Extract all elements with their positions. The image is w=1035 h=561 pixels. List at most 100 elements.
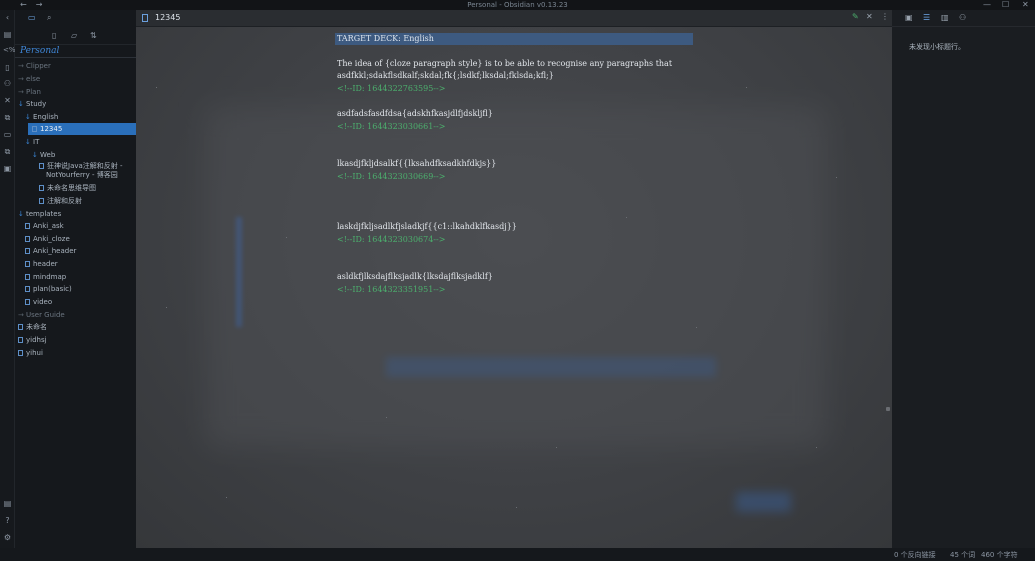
graph-tab-icon[interactable]: ⚇ bbox=[959, 13, 966, 22]
collapse-sidebar-icon[interactable]: ‹ bbox=[3, 13, 12, 22]
text-line[interactable]: asldkfjlksdajflksjadlk{lksdajflksjadklf} bbox=[337, 271, 493, 283]
tree-file[interactable]: mindmap bbox=[25, 271, 66, 283]
close-tab-icon[interactable]: ✕ bbox=[866, 12, 873, 21]
chevron-down-icon[interactable]: ↓ bbox=[18, 98, 26, 110]
tree-file[interactable]: Anki_cloze bbox=[25, 233, 70, 245]
tree-item-label: 未命名思维导图 bbox=[47, 184, 96, 192]
vault-name[interactable]: Personal bbox=[20, 46, 59, 56]
sort-icon[interactable]: ⇅ bbox=[90, 31, 97, 40]
status-bar: 0 个反向链接 45 个词 460 个字符 bbox=[0, 548, 1035, 561]
new-folder-icon[interactable]: ▱ bbox=[71, 31, 77, 40]
command-palette-icon[interactable]: ✕ bbox=[3, 96, 12, 105]
chevron-down-icon[interactable]: ↓ bbox=[25, 136, 33, 148]
text-line[interactable]: asdfkkl;sdakflsdkalf;skdal;fk{;lsdkf;lks… bbox=[337, 70, 554, 82]
settings-gear-icon[interactable]: ⚙ bbox=[3, 533, 12, 542]
window-title: Personal - Obsidian v0.13.23 bbox=[467, 1, 568, 9]
text-line[interactable]: lkasdjfkljdsalkf{{lksahdfksadkhfdkjs}} bbox=[337, 158, 496, 170]
minimize-button[interactable]: — bbox=[983, 0, 991, 9]
tree-folder[interactable]: → else bbox=[18, 73, 40, 85]
tree-item-label: Anki_cloze bbox=[33, 235, 70, 243]
divider bbox=[15, 57, 136, 58]
chevron-right-icon[interactable]: → bbox=[18, 73, 26, 85]
maximize-button[interactable]: ☐ bbox=[1002, 0, 1009, 9]
chevron-right-icon[interactable]: → bbox=[18, 86, 26, 98]
tree-item-label: 未命名 bbox=[26, 323, 47, 331]
tree-folder[interactable]: ↓ Study bbox=[18, 98, 46, 110]
help-icon[interactable]: ? bbox=[3, 516, 12, 525]
insert-template-icon[interactable]: <% bbox=[3, 46, 16, 55]
right-pane-tabs: ▣ ☰ ▥ ⚇ bbox=[892, 10, 1035, 27]
calendar-icon[interactable]: ▣ bbox=[3, 164, 12, 173]
scrollbar[interactable] bbox=[886, 407, 890, 411]
word-count: 45 个词 bbox=[950, 551, 976, 559]
tree-folder[interactable]: ↓ English bbox=[25, 111, 58, 123]
tree-item-label: yihui bbox=[26, 349, 43, 357]
tree-file[interactable]: Anki_ask bbox=[25, 220, 64, 232]
tree-file[interactable]: 注解和反射 bbox=[39, 195, 82, 207]
edit-mode-icon[interactable]: ✎ bbox=[852, 12, 859, 21]
tree-folder[interactable]: → User Guide bbox=[18, 309, 65, 321]
tree-item-label: English bbox=[33, 113, 59, 121]
tree-file[interactable]: plan(basic) bbox=[25, 283, 72, 295]
file-icon bbox=[39, 185, 44, 191]
note-content[interactable]: TARGET DECK: English The idea of {cloze … bbox=[136, 27, 892, 548]
id-comment[interactable]: <!--ID: 1644323030661--> bbox=[337, 121, 445, 133]
chevron-down-icon[interactable]: ↓ bbox=[18, 208, 26, 220]
canvas-icon[interactable]: ⧉ bbox=[3, 113, 12, 122]
editor-header: 12345 ✎ ✕ ⋮ bbox=[136, 10, 892, 27]
tree-folder[interactable]: ↓ IT bbox=[25, 136, 39, 148]
open-quick-switcher-icon[interactable]: ▤ bbox=[3, 30, 12, 39]
note-title[interactable]: 12345 bbox=[155, 13, 180, 22]
tree-folder[interactable]: ↓ templates bbox=[18, 208, 61, 220]
mindmap-icon[interactable]: ⧉ bbox=[3, 147, 12, 156]
tree-folder[interactable]: → Plan bbox=[18, 86, 41, 98]
file-explorer: ▭ ⌕ ▯ ▱ ⇅ Personal → Clipper → else → Plan ↓ St… bbox=[15, 10, 136, 548]
id-comment[interactable]: <!--ID: 1644323030669--> bbox=[337, 171, 445, 183]
tree-item-label: 12345 bbox=[40, 125, 63, 133]
backlinks-count[interactable]: 0 个反向链接 bbox=[894, 550, 936, 560]
tree-item-label: Anki_header bbox=[33, 247, 77, 255]
tree-item-label: Study bbox=[26, 100, 47, 108]
files-tab-icon[interactable]: ▭ bbox=[28, 13, 36, 22]
id-comment[interactable]: <!--ID: 1644323030674--> bbox=[337, 234, 445, 246]
tree-file[interactable]: 未命名 bbox=[18, 321, 47, 333]
tree-file[interactable]: video bbox=[25, 296, 52, 308]
tree-item-label: header bbox=[33, 260, 58, 268]
file-icon bbox=[18, 350, 23, 356]
backlinks-tab-icon[interactable]: ▣ bbox=[905, 13, 913, 22]
text-line[interactable]: laskdjfkljsadlkfjsladkjf{{c1::lkahdklfka… bbox=[337, 221, 517, 233]
chevron-down-icon[interactable]: ↓ bbox=[25, 111, 33, 123]
tree-item-label: Plan bbox=[26, 88, 41, 96]
title-bar: ←→ Personal - Obsidian v0.13.23 — ☐ ✕ bbox=[0, 0, 1035, 10]
tree-file[interactable]: yihui bbox=[18, 347, 43, 359]
vault-switcher-icon[interactable]: ▤ bbox=[3, 499, 12, 508]
new-note-icon[interactable]: ▯ bbox=[52, 31, 56, 40]
search-tab-icon[interactable]: ⌕ bbox=[47, 13, 51, 23]
slides-icon[interactable]: ▭ bbox=[3, 130, 12, 139]
tree-folder[interactable]: → Clipper bbox=[18, 60, 51, 72]
file-icon bbox=[25, 274, 30, 280]
target-deck-line[interactable]: TARGET DECK: English bbox=[335, 33, 693, 45]
close-window-button[interactable]: ✕ bbox=[1022, 0, 1029, 9]
tree-item-label: video bbox=[33, 298, 53, 306]
outline-tab-icon[interactable]: ☰ bbox=[923, 13, 930, 22]
id-comment[interactable]: <!--ID: 1644323351951--> bbox=[337, 284, 445, 296]
tree-item-label: 注解和反射 bbox=[47, 197, 82, 205]
id-comment[interactable]: <!--ID: 1644322763595--> bbox=[337, 83, 445, 95]
text-line[interactable]: asdfadsfasdfdsa{adskhfkasjdlfjdskljfl} bbox=[337, 108, 493, 120]
graph-view-icon[interactable]: ⚇ bbox=[3, 79, 12, 88]
file-icon bbox=[142, 14, 148, 22]
char-count: 460 个字符 bbox=[981, 551, 1018, 559]
tree-file[interactable]: Anki_header bbox=[25, 245, 76, 257]
tags-tab-icon[interactable]: ▥ bbox=[941, 13, 949, 22]
text-line[interactable]: The idea of {cloze paragraph style} is t… bbox=[337, 58, 672, 70]
tree-file[interactable]: yidhsj bbox=[18, 334, 47, 346]
more-options-icon[interactable]: ⋮ bbox=[881, 12, 889, 21]
chevron-right-icon[interactable]: → bbox=[18, 309, 26, 321]
tree-file[interactable]: 12345 bbox=[28, 123, 136, 135]
right-sidebar: ▣ ☰ ▥ ⚇ 未发现小标题行。 bbox=[892, 10, 1035, 548]
chevron-right-icon[interactable]: → bbox=[18, 60, 26, 72]
tree-file[interactable]: 未命名思维导图 bbox=[39, 182, 96, 194]
tree-file[interactable]: header bbox=[25, 258, 58, 270]
daily-note-icon[interactable]: ▯ bbox=[3, 63, 12, 72]
